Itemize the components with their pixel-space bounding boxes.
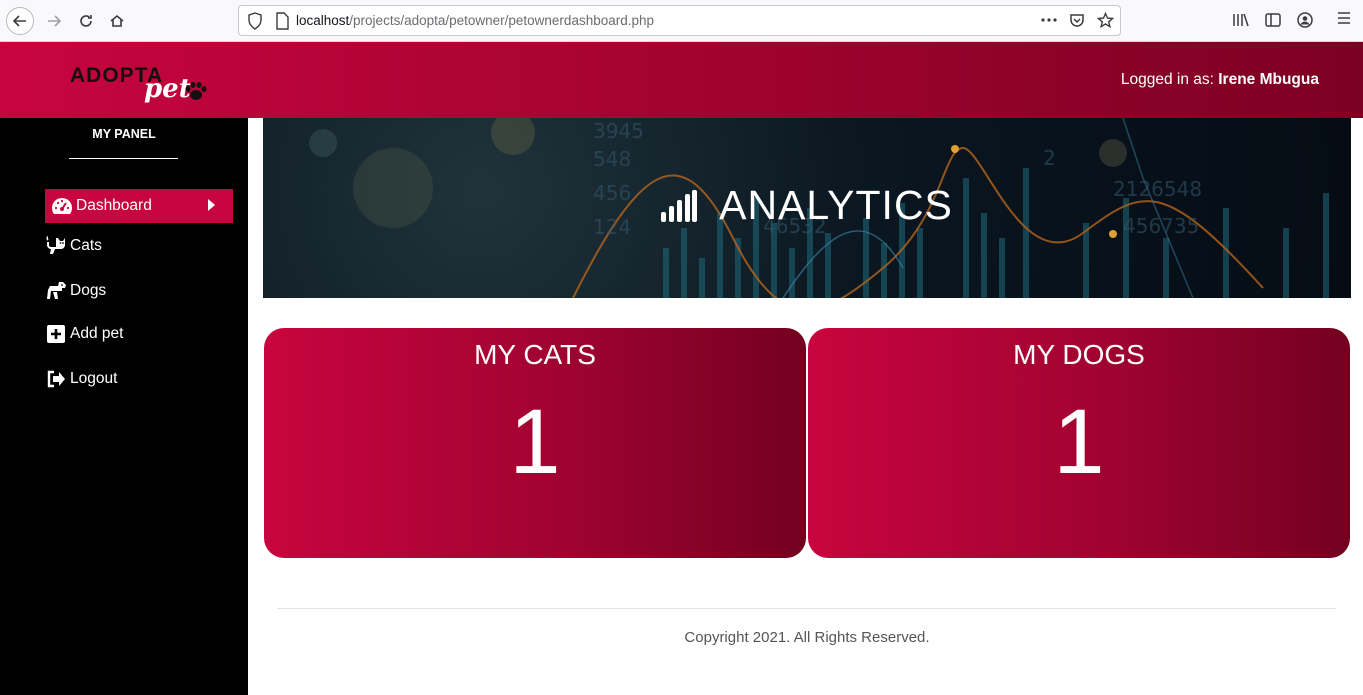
hamburger-icon bbox=[1338, 12, 1350, 24]
home-button[interactable] bbox=[103, 7, 131, 35]
home-icon bbox=[110, 14, 124, 27]
sidebar-item-label: Dogs bbox=[70, 282, 107, 299]
paw-icon bbox=[185, 82, 207, 100]
my-dogs-card[interactable]: MY DOGS 1 bbox=[808, 328, 1350, 558]
reload-icon bbox=[80, 15, 92, 27]
sidebar-toggle-icon[interactable] bbox=[1264, 10, 1282, 30]
account-icon[interactable] bbox=[1296, 10, 1314, 30]
footer-copyright: Copyright 2021. All Rights Reserved. bbox=[684, 629, 930, 646]
sidebar-item-add-pet[interactable]: Add pet bbox=[45, 317, 233, 351]
user-name: Irene Mbugua bbox=[1218, 71, 1319, 88]
site-header: ADOPTA pet Logged in as: Irene Mbugua bbox=[0, 42, 1363, 118]
library-icon[interactable] bbox=[1232, 10, 1250, 30]
page-icon bbox=[276, 12, 289, 30]
sidebar-item-label: Add pet bbox=[70, 325, 124, 342]
plus-square-icon bbox=[45, 323, 67, 345]
signal-bars-icon bbox=[661, 189, 698, 222]
sign-out-icon bbox=[45, 368, 67, 390]
forward-button[interactable] bbox=[40, 7, 68, 35]
login-info: Logged in as: Irene Mbugua bbox=[1121, 71, 1319, 89]
divider bbox=[69, 158, 178, 159]
sidebar-item-label: Dashboard bbox=[76, 197, 152, 214]
star-icon[interactable] bbox=[1096, 10, 1114, 30]
analytics-banner: 3945 548 456 124 2 2126548 456735 46532 ANALY… bbox=[263, 118, 1351, 298]
menu-button[interactable] bbox=[1336, 10, 1352, 30]
card-title: MY CATS bbox=[474, 339, 596, 370]
footer-divider bbox=[277, 608, 1336, 609]
url-text[interactable]: localhost/projects/adopta/petowner/petow… bbox=[296, 13, 654, 28]
browser-toolbar: localhost/projects/adopta/petowner/petow… bbox=[0, 0, 1363, 42]
card-count: 1 bbox=[1053, 391, 1105, 493]
sidebar: MY PANEL Dashboard Cats Dogs Add pet Log… bbox=[0, 118, 248, 695]
card-count: 1 bbox=[509, 391, 561, 493]
panel-title: MY PANEL bbox=[92, 127, 156, 141]
sidebar-item-logout[interactable]: Logout bbox=[45, 362, 233, 396]
caret-right-icon bbox=[208, 199, 215, 211]
dog-icon bbox=[45, 280, 67, 302]
svg-text:2: 2 bbox=[1043, 146, 1056, 170]
cat-icon bbox=[45, 235, 67, 257]
reload-button[interactable] bbox=[72, 7, 100, 35]
banner-title: ANALYTICS bbox=[719, 182, 953, 228]
more-icon[interactable] bbox=[1040, 10, 1058, 30]
arrow-right-icon bbox=[48, 15, 62, 27]
shield-icon bbox=[248, 12, 262, 30]
card-title: MY DOGS bbox=[1013, 339, 1145, 370]
sidebar-item-dashboard[interactable]: Dashboard bbox=[45, 189, 233, 223]
address-bar[interactable]: localhost/projects/adopta/petowner/petow… bbox=[238, 5, 1121, 36]
svg-text:548: 548 bbox=[593, 147, 631, 171]
sidebar-item-dogs[interactable]: Dogs bbox=[45, 274, 233, 308]
my-cats-card[interactable]: MY CATS 1 bbox=[264, 328, 806, 558]
back-button[interactable] bbox=[6, 7, 34, 35]
sidebar-item-cats[interactable]: Cats bbox=[45, 229, 233, 263]
svg-text:3945: 3945 bbox=[593, 119, 644, 143]
pocket-icon[interactable] bbox=[1068, 10, 1086, 30]
login-prefix: Logged in as: bbox=[1120, 71, 1219, 88]
logo[interactable]: ADOPTA pet bbox=[68, 64, 218, 104]
tachometer-icon bbox=[51, 195, 73, 217]
sidebar-item-label: Cats bbox=[70, 237, 102, 254]
arrow-left-icon bbox=[12, 15, 26, 27]
sidebar-item-label: Logout bbox=[70, 370, 118, 387]
